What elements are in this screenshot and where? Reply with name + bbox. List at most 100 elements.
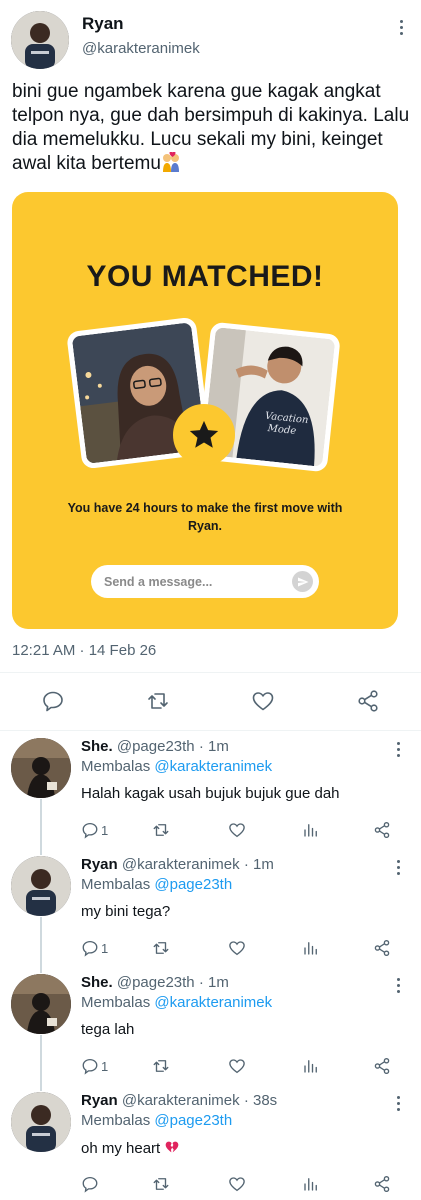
separator-dot: · [243,1092,249,1109]
reply-icon [82,940,98,957]
reply-item[interactable]: Ryan @karakteranimek · 1m Membalas @page… [0,856,421,974]
like-icon [229,823,245,838]
replying-to-link[interactable]: @page23th [154,876,232,893]
reply-author-handle[interactable]: @page23th [117,974,195,991]
analytics-button[interactable] [302,1174,320,1194]
reply-time[interactable]: 1m [253,856,274,873]
replying-to: Membalas @karakteranimek [81,994,272,1011]
retweet-button[interactable] [152,1174,170,1194]
share-icon [374,821,390,839]
replying-to: Membalas @karakteranimek [81,758,272,775]
avatar[interactable] [11,738,71,798]
author-name[interactable]: Ryan [82,14,124,34]
analytics-icon [304,942,317,955]
share-button[interactable] [355,688,381,714]
like-button[interactable] [228,1056,246,1076]
replying-to-link[interactable]: @karakteranimek [154,758,272,775]
replying-to-link[interactable]: @karakteranimek [154,994,272,1011]
reply-time[interactable]: 38s [253,1092,277,1109]
like-button[interactable] [228,1174,246,1194]
reply-header: Ryan @karakteranimek · 1m [81,856,274,873]
card-title: YOU MATCHED! [86,260,324,293]
reply-button[interactable] [40,688,66,714]
author-handle[interactable]: @karakteranimek [82,40,200,57]
reply-button[interactable]: 1 [81,1056,108,1076]
reply-count: 1 [101,940,109,956]
more-options-icon[interactable] [395,742,401,757]
retweet-button[interactable] [152,938,170,958]
reply-button[interactable]: 1 [81,820,108,840]
reply-author-name[interactable]: She. [81,738,113,755]
reply-button[interactable] [81,1174,99,1194]
reply-text: tega lah [81,1021,135,1038]
retweet-button[interactable] [145,688,171,714]
reply-action-bar: 1 [0,938,421,960]
tweet-header: Ryan @karakteranimek [0,0,421,75]
more-options-icon[interactable] [398,20,404,35]
profile-photo-ryan-icon [11,856,71,916]
share-button[interactable] [373,1174,391,1194]
like-button[interactable] [228,938,246,958]
replying-to-link[interactable]: @page23th [154,1112,232,1129]
avatar[interactable] [11,1092,71,1152]
reply-author-name[interactable]: Ryan [81,856,118,873]
reply-item[interactable]: Ryan @karakteranimek · 38s Membalas @pag… [0,1092,421,1200]
card-caption: You have 24 hours to make the first move… [67,501,343,533]
share-button[interactable] [373,938,391,958]
reply-author-handle[interactable]: @karakteranimek [122,1092,240,1109]
analytics-button[interactable] [302,1056,320,1076]
retweet-button[interactable] [152,1056,170,1076]
analytics-icon [304,1060,317,1073]
like-button[interactable] [228,820,246,840]
share-button[interactable] [373,1056,391,1076]
like-icon [229,941,245,956]
reply-item[interactable]: She. @page23th · 1m Membalas @karakteran… [0,738,421,856]
reply-header: She. @page23th · 1m [81,974,229,991]
retweet-icon [153,1178,169,1190]
share-icon [374,1057,390,1075]
send-button[interactable] [292,571,313,592]
profile-photo-she-icon [11,738,71,798]
kiss-couple-icon [162,152,179,172]
profile-photo-ryan-icon [11,11,69,69]
avatar[interactable] [11,11,69,69]
profile-photo-ryan-icon [11,1092,71,1152]
match-star-badge [173,404,235,466]
retweet-button[interactable] [152,820,170,840]
like-button[interactable] [250,688,276,714]
reply-icon [43,691,63,712]
match-card-image[interactable]: YOU MATCHED! Vacation Mode You have 24 h… [12,192,398,629]
retweet-icon [153,942,169,954]
reply-action-bar: 1 [0,820,421,842]
reply-time[interactable]: 1m [208,738,229,755]
replying-to: Membalas @page23th [81,876,232,893]
separator-dot: · [198,974,204,991]
reply-author-handle[interactable]: @page23th [117,738,195,755]
more-options-icon[interactable] [395,978,401,993]
tweet-timestamp[interactable]: 12:21 AM · 14 Feb 26 [12,642,156,659]
share-icon [358,690,378,712]
share-button[interactable] [373,820,391,840]
profile-photo-she-icon [11,974,71,1034]
replying-to-label: Membalas [81,1112,151,1129]
tweet-action-bar [0,685,421,717]
reply-time[interactable]: 1m [208,974,229,991]
reply-author-handle[interactable]: @karakteranimek [122,856,240,873]
analytics-button[interactable] [302,820,320,840]
reply-icon [82,822,98,839]
reply-item[interactable]: She. @page23th · 1m Membalas @karakteran… [0,974,421,1092]
more-options-icon[interactable] [395,1096,401,1111]
replying-to-label: Membalas [81,758,151,775]
separator-dot: · [243,856,249,873]
reply-count: 1 [101,1058,109,1074]
reply-author-name[interactable]: She. [81,974,113,991]
message-input[interactable]: Send a message... [91,565,319,598]
avatar[interactable] [11,974,71,1034]
analytics-button[interactable] [302,938,320,958]
avatar[interactable] [11,856,71,916]
reply-author-name[interactable]: Ryan [81,1092,118,1109]
more-options-icon[interactable] [395,860,401,875]
divider [0,730,421,731]
reply-button[interactable]: 1 [81,938,108,958]
like-icon [229,1177,245,1192]
